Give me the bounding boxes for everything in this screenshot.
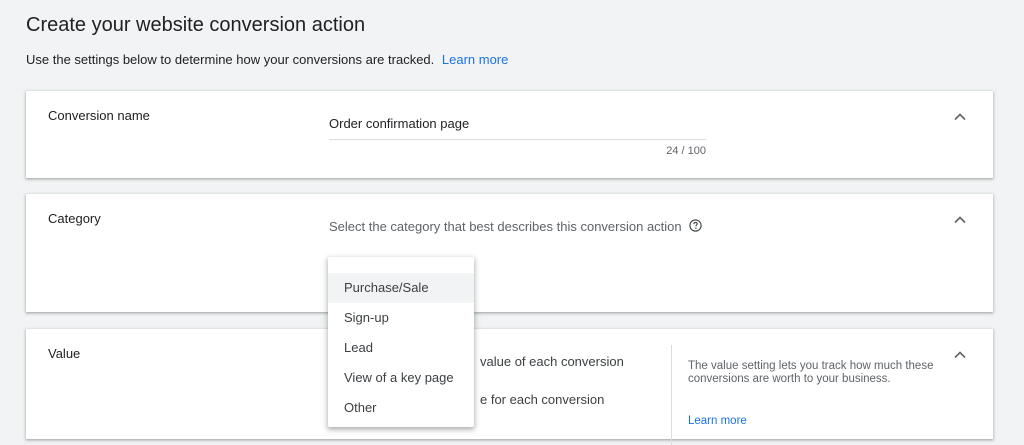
learn-more-link[interactable]: Learn more (442, 52, 508, 67)
chevron-up-icon[interactable] (953, 348, 967, 362)
chevron-up-icon[interactable] (953, 213, 967, 227)
conversion-name-card: Conversion name 24 / 100 (26, 91, 993, 178)
conversion-name-field (329, 113, 706, 140)
help-circle-icon[interactable] (689, 219, 702, 235)
value-help-text: The value setting lets you track how muc… (688, 360, 934, 385)
value-label: Value (48, 346, 81, 361)
dropdown-item-view-key-page[interactable]: View of a key page (328, 363, 474, 393)
dropdown-item-sign-up[interactable]: Sign-up (328, 303, 474, 333)
dropdown-item-other[interactable]: Other (328, 393, 474, 423)
subtitle-text: Use the settings below to determine how … (26, 52, 435, 67)
value-option-same[interactable]: value of each conversion (480, 354, 624, 369)
page-subtitle: Use the settings below to determine how … (26, 52, 508, 67)
divider (671, 345, 672, 445)
category-prompt-text: Select the category that best describes … (329, 219, 682, 234)
dropdown-item-lead[interactable]: Lead (328, 333, 474, 363)
char-counter: 24 / 100 (666, 145, 706, 157)
category-card: Category Select the category that best d… (26, 194, 993, 312)
input-underline (329, 139, 706, 140)
page-title: Create your website conversion action (26, 14, 366, 36)
category-prompt: Select the category that best describes … (329, 219, 702, 235)
value-option-different[interactable]: e for each conversion (480, 392, 604, 407)
dropdown-item-purchase-sale[interactable]: Purchase/Sale (328, 273, 474, 303)
chevron-up-icon[interactable] (953, 110, 967, 124)
conversion-name-input[interactable] (329, 113, 706, 133)
value-card: Value value of each conversion e for eac… (26, 329, 993, 445)
conversion-name-label: Conversion name (48, 108, 150, 123)
value-learn-more-link[interactable]: Learn more (688, 415, 747, 427)
category-dropdown-menu: Purchase/Sale Sign-up Lead View of a key… (328, 257, 474, 427)
category-label: Category (48, 211, 101, 226)
